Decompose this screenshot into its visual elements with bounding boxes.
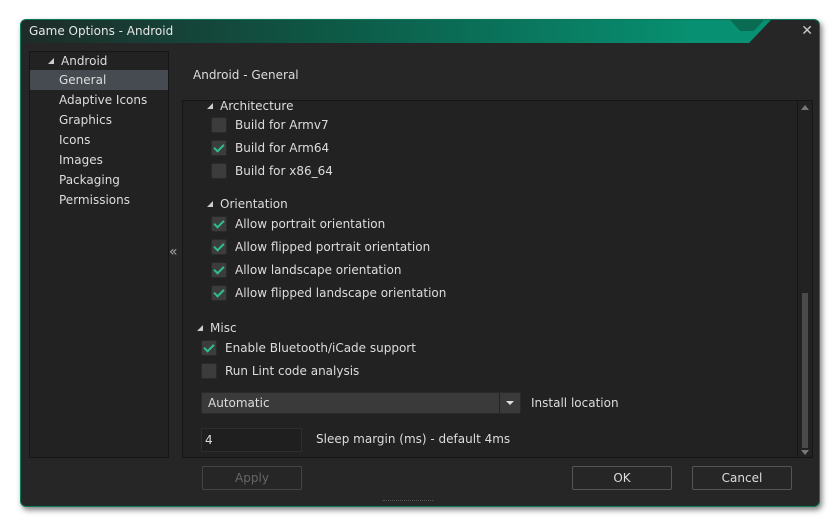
scroll-down-icon[interactable]: [801, 450, 809, 455]
collapse-triangle-icon: [207, 103, 213, 109]
settings-panel: Architecture Build for Armv7 Build for A…: [182, 100, 813, 458]
sidebar-item-images[interactable]: Images: [30, 150, 168, 170]
checkbox-label: Build for Arm64: [235, 141, 330, 155]
cancel-button[interactable]: Cancel: [692, 466, 792, 490]
section-title: Misc: [210, 321, 237, 335]
sidebar-item-packaging[interactable]: Packaging: [30, 170, 168, 190]
checkbox-label: Allow flipped portrait orientation: [235, 240, 431, 254]
tree-root-android[interactable]: Android: [30, 52, 168, 70]
checkmark-icon: [211, 285, 227, 301]
chevron-down-icon[interactable]: [499, 393, 520, 413]
checkbox-flipped-portrait[interactable]: Allow flipped portrait orientation: [211, 237, 430, 257]
checkbox-lint[interactable]: Run Lint code analysis: [201, 361, 359, 381]
title-bar[interactable]: Game Options - Android: [21, 20, 819, 43]
checkbox-landscape[interactable]: Allow landscape orientation: [211, 260, 401, 280]
checkbox-flipped-landscape[interactable]: Allow flipped landscape orientation: [211, 283, 446, 303]
install-location-label: Install location: [531, 396, 619, 410]
collapse-triangle-icon: [207, 201, 213, 207]
game-options-window: Game Options - Android ✕ Android General…: [20, 19, 820, 507]
checkmark-icon: [211, 262, 227, 278]
sidebar-item-graphics[interactable]: Graphics: [30, 110, 168, 130]
section-misc[interactable]: Misc: [197, 321, 237, 335]
sidebar-item-permissions[interactable]: Permissions: [30, 190, 168, 210]
sidebar-tree: Android General Adaptive Icons Graphics …: [29, 51, 169, 458]
collapse-triangle-icon: [197, 325, 203, 331]
section-title: Architecture: [220, 100, 294, 113]
checkbox-label: Build for x86_64: [235, 164, 333, 178]
checkbox-armv7[interactable]: Build for Armv7: [211, 115, 329, 135]
checkbox-label: Allow flipped landscape orientation: [235, 286, 447, 300]
sidebar-item-general[interactable]: General: [30, 70, 168, 90]
checkmark-icon: [211, 239, 227, 255]
scrollbar-thumb[interactable]: [802, 293, 808, 448]
install-location-dropdown[interactable]: Automatic: [201, 392, 521, 414]
checkmark-icon: [211, 140, 227, 156]
section-title: Orientation: [220, 197, 288, 211]
collapse-sidebar-icon[interactable]: «: [169, 244, 178, 260]
checkbox-portrait[interactable]: Allow portrait orientation: [211, 214, 385, 234]
checkbox-icon: [211, 163, 227, 179]
vertical-scrollbar[interactable]: [797, 101, 812, 457]
checkbox-label: Allow landscape orientation: [235, 263, 402, 277]
window-title: Game Options - Android: [29, 24, 174, 38]
scroll-up-icon[interactable]: [801, 105, 809, 110]
checkbox-bluetooth[interactable]: Enable Bluetooth/iCade support: [201, 338, 416, 358]
checkbox-label: Run Lint code analysis: [225, 364, 360, 378]
ok-button[interactable]: OK: [572, 466, 672, 490]
sleep-margin-label: Sleep margin (ms) - default 4ms: [316, 432, 511, 446]
sidebar-item-icons[interactable]: Icons: [30, 130, 168, 150]
checkbox-label: Allow portrait orientation: [235, 217, 386, 231]
expand-triangle-icon: [48, 58, 54, 64]
checkbox-icon: [201, 363, 217, 379]
checkbox-x86-64[interactable]: Build for x86_64: [211, 161, 333, 181]
checkbox-icon: [211, 117, 227, 133]
close-icon[interactable]: ✕: [801, 23, 813, 39]
section-orientation[interactable]: Orientation: [207, 197, 288, 211]
resize-grip[interactable]: [383, 500, 433, 504]
page-title: Android - General: [193, 68, 299, 82]
section-architecture[interactable]: Architecture: [207, 100, 294, 113]
apply-button[interactable]: Apply: [202, 466, 302, 490]
checkbox-label: Build for Armv7: [235, 118, 329, 132]
sleep-margin-input[interactable]: 4: [201, 428, 302, 452]
dropdown-value: Automatic: [208, 396, 270, 410]
tree-root-label: Android: [61, 54, 108, 68]
sidebar-item-adaptive-icons[interactable]: Adaptive Icons: [30, 90, 168, 110]
checkmark-icon: [201, 340, 217, 356]
checkmark-icon: [211, 216, 227, 232]
checkbox-label: Enable Bluetooth/iCade support: [225, 341, 416, 355]
checkbox-arm64[interactable]: Build for Arm64: [211, 138, 329, 158]
